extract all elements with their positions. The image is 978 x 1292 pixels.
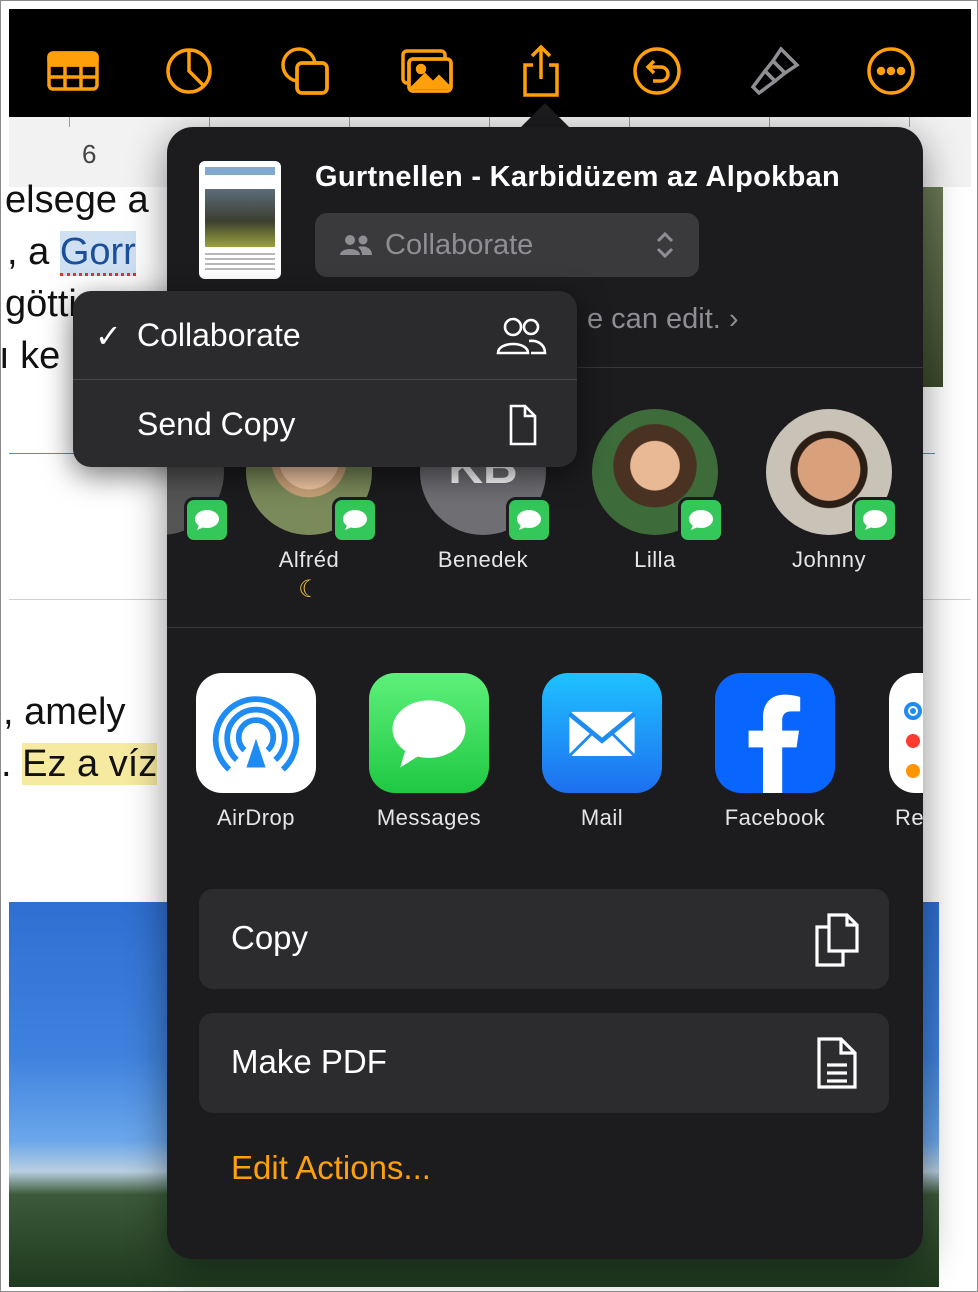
messages-badge-icon: [852, 497, 898, 543]
messages-badge-icon: [184, 497, 230, 543]
app-label: Facebook: [724, 805, 826, 830]
document-icon: [817, 1037, 857, 1089]
screen-frame: 6 elsege a , a Gorr götti ı ke , amely .…: [0, 0, 978, 1292]
share-mode-value: Collaborate: [385, 228, 534, 261]
checkmark-icon: ✓: [95, 318, 122, 354]
doc-line-5: , amely: [3, 691, 126, 733]
copy-action[interactable]: Copy: [199, 889, 889, 989]
menu-item-send-copy[interactable]: Send Copy: [73, 380, 577, 467]
app-airdrop[interactable]: AirDrop: [194, 673, 318, 831]
menu-item-label: Send Copy: [137, 406, 296, 442]
people-icon: [496, 317, 547, 355]
person-lilla[interactable]: Lilla: [591, 409, 724, 573]
chevron-updown-icon: [656, 231, 674, 259]
doc-line-3: götti: [5, 283, 77, 325]
share-mode-select[interactable]: Collaborate: [315, 213, 699, 277]
menu-item-collaborate[interactable]: ✓ Collaborate: [73, 291, 577, 379]
avatar: [766, 409, 898, 543]
messages-badge-icon: [332, 497, 378, 543]
facebook-icon: [715, 673, 835, 793]
share-mode-menu: ✓ Collaborate Send Copy: [73, 291, 577, 467]
doc-line-4: ı ke: [0, 335, 61, 377]
reminders-icon: [889, 673, 923, 793]
doc-line-1: elsege a: [5, 179, 149, 221]
action-label: Make PDF: [231, 1043, 387, 1080]
permission-link[interactable]: e can edit. ›: [587, 303, 739, 336]
airdrop-icon: [196, 673, 316, 793]
action-label: Copy: [231, 919, 309, 956]
avatar: [592, 409, 724, 543]
person-name: Johnny: [792, 547, 866, 572]
format-brush-icon[interactable]: [745, 41, 805, 101]
person-johnny[interactable]: Johnny: [765, 409, 898, 573]
copy-icon: [815, 913, 859, 967]
document-thumbnail: [199, 161, 281, 279]
chart-icon[interactable]: [159, 41, 219, 101]
moon-icon: ☾: [298, 576, 320, 603]
app-facebook[interactable]: Facebook: [713, 673, 837, 831]
doc-line-2: , a Gorr: [7, 231, 136, 276]
highlighted-phrase: Ez a víz: [22, 743, 158, 785]
ruler-marker: 6: [82, 139, 97, 169]
more-icon[interactable]: [861, 41, 921, 101]
app-label: AirDrop: [216, 805, 296, 830]
make-pdf-action[interactable]: Make PDF: [199, 1013, 889, 1113]
app-label: Mail: [580, 805, 624, 830]
menu-item-label: Collaborate: [137, 317, 301, 353]
person-name: Benedek: [437, 547, 529, 572]
doc-line-6: . Ez a víz: [1, 743, 158, 785]
person-name: Lilla: [634, 547, 676, 572]
app-label: Messages: [376, 805, 482, 830]
shapes-icon[interactable]: [275, 41, 335, 101]
app-reminders-partial[interactable]: Rer: [887, 673, 923, 831]
highlighted-word: Gorr: [59, 231, 136, 276]
people-divider: [167, 627, 923, 628]
edit-actions-link[interactable]: Edit Actions...: [231, 1149, 431, 1187]
undo-icon[interactable]: [627, 41, 687, 101]
messages-icon: [369, 673, 489, 793]
messages-badge-icon: [506, 497, 552, 543]
table-icon[interactable]: [43, 41, 103, 101]
app-messages[interactable]: Messages: [367, 673, 491, 831]
people-icon: [340, 235, 372, 255]
document-title: Gurtnellen - Karbidüzem az Alpokban: [315, 161, 841, 193]
person-name: Alfréd: [278, 547, 340, 572]
doc-side-photo: [921, 187, 943, 387]
popover-arrow: [521, 103, 569, 127]
share-icon[interactable]: [511, 41, 571, 101]
document-icon: [509, 404, 537, 446]
mail-icon: [542, 673, 662, 793]
app-toolbar: [9, 9, 971, 117]
apps-row: AirDrop Messages Mail Facebook Re: [167, 673, 923, 853]
media-icon[interactable]: [397, 41, 457, 101]
app-label: Rer: [895, 805, 923, 830]
app-mail[interactable]: Mail: [540, 673, 664, 831]
messages-badge-icon: [678, 497, 724, 543]
